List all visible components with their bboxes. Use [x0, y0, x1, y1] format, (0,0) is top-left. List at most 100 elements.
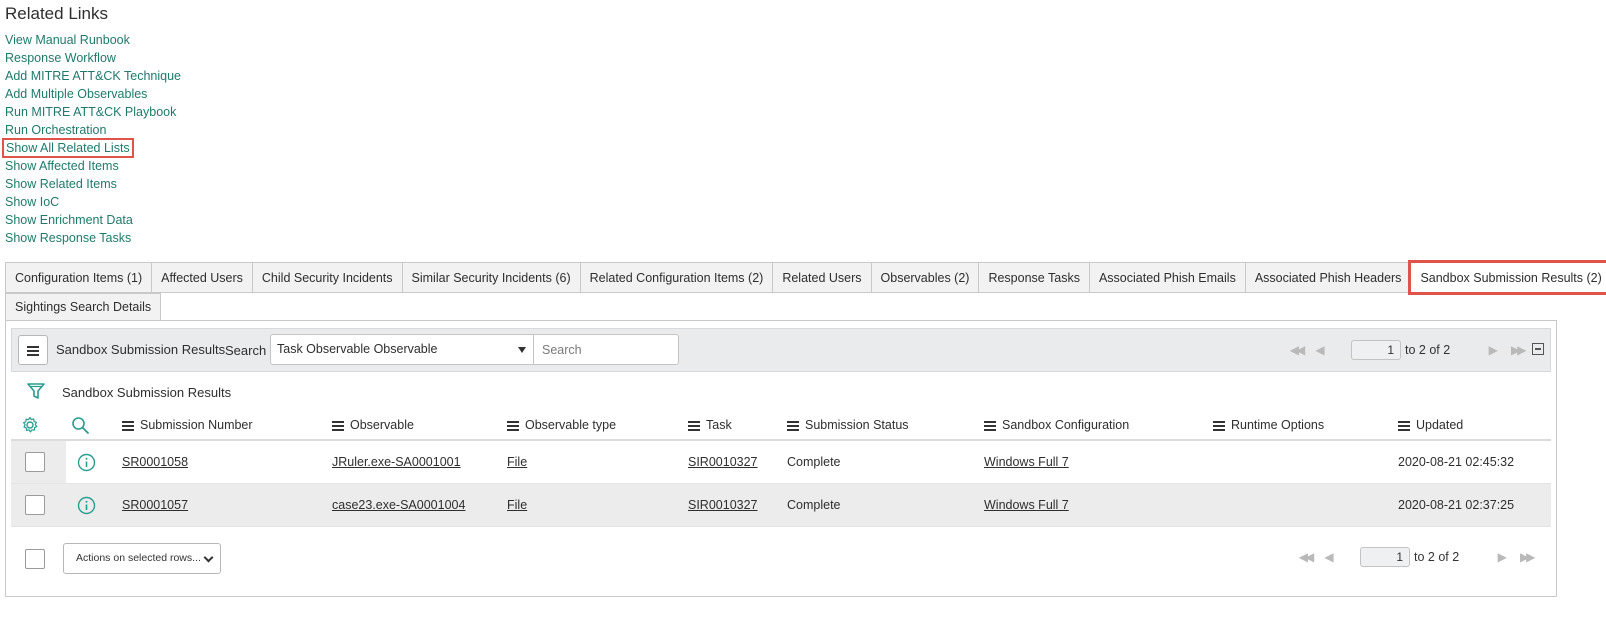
observable-link[interactable]: JRuler.exe-SA0001001 [332, 455, 461, 469]
previous-page-icon[interactable]: ◀ [1320, 550, 1338, 564]
collapse-list-icon[interactable] [1532, 343, 1544, 355]
tab-child-security-incidents[interactable]: Child Security Incidents [251, 262, 402, 293]
link-show-enrichment-data[interactable]: Show Enrichment Data [5, 213, 133, 227]
link-add-multiple-observables[interactable]: Add Multiple Observables [5, 87, 147, 101]
select-all-checkbox[interactable] [25, 549, 45, 569]
tab-sightings-search-details[interactable]: Sightings Search Details [5, 293, 162, 321]
personalize-list-button[interactable] [21, 411, 39, 439]
column-menu-icon[interactable] [1213, 420, 1225, 431]
related-links-list: View Manual Runbook Response Workflow Ad… [2, 31, 181, 247]
related-list-tabs-row2: Sightings Search Details [5, 293, 162, 321]
observable-link[interactable]: case23.exe-SA0001004 [332, 498, 465, 512]
gear-icon [23, 416, 38, 433]
column-header-observable[interactable]: Observable [332, 411, 414, 439]
column-header-submission-number[interactable]: Submission Number [122, 411, 253, 439]
column-header-submission-status[interactable]: Submission Status [787, 411, 909, 439]
page-number-input[interactable] [1351, 340, 1401, 360]
column-menu-icon[interactable] [787, 420, 799, 431]
column-header-updated[interactable]: Updated [1398, 411, 1463, 439]
record-preview-button[interactable] [77, 441, 96, 483]
row-checkbox[interactable] [25, 452, 45, 472]
list-toolbar: Sandbox Submission Results Search Task O… [11, 328, 1551, 372]
observable-type-link[interactable]: File [507, 455, 527, 469]
list-title: Sandbox Submission Results [56, 342, 226, 357]
hamburger-icon [27, 345, 39, 356]
filter-icon[interactable] [26, 381, 46, 401]
link-show-all-related-lists[interactable]: Show All Related Lists [2, 138, 134, 158]
submission-number-link[interactable]: SR0001057 [122, 498, 188, 512]
caret-down-icon [518, 347, 526, 353]
bottom-pager: ◀◀ ◀ to 2 of 2 ▶ ▶▶ [1294, 547, 1537, 567]
link-show-ioc[interactable]: Show IoC [5, 195, 59, 209]
chevron-down-icon [203, 552, 214, 563]
column-header-runtime-options[interactable]: Runtime Options [1213, 411, 1324, 439]
tab-affected-users[interactable]: Affected Users [151, 262, 252, 293]
column-menu-icon[interactable] [688, 420, 700, 431]
column-header-sandbox-configuration[interactable]: Sandbox Configuration [984, 411, 1129, 439]
table-row: SR0001057 case23.exe-SA0001004 File SIR0… [11, 484, 1551, 527]
link-show-related-items[interactable]: Show Related Items [5, 177, 117, 191]
link-add-mitre-technique[interactable]: Add MITRE ATT&CK Technique [5, 69, 181, 83]
next-page-icon[interactable]: ▶ [1484, 343, 1502, 357]
top-pager: ◀◀ ◀ to 2 of 2 ▶ ▶▶ [1285, 340, 1528, 360]
column-search-button[interactable] [71, 411, 90, 439]
tab-observables[interactable]: Observables (2) [870, 262, 979, 293]
column-header-task[interactable]: Task [688, 411, 732, 439]
info-icon [77, 453, 96, 471]
list-context-menu-button[interactable] [18, 335, 48, 365]
task-link[interactable]: SIR0010327 [688, 455, 758, 469]
related-links-title: Related Links [5, 4, 109, 23]
submission-number-link[interactable]: SR0001058 [122, 455, 188, 469]
filter-label: Sandbox Submission Results [62, 385, 232, 400]
info-icon [77, 496, 96, 514]
column-menu-icon[interactable] [1398, 420, 1410, 431]
task-link[interactable]: SIR0010327 [688, 498, 758, 512]
link-run-orchestration[interactable]: Run Orchestration [5, 123, 106, 137]
actions-on-selected-rows-select[interactable]: Actions on selected rows... [63, 543, 221, 574]
search-field-value: Task Observable Observable [277, 342, 438, 356]
column-menu-icon[interactable] [507, 420, 519, 431]
next-page-icon[interactable]: ▶ [1493, 550, 1511, 564]
submission-status: Complete [787, 498, 841, 512]
row-checkbox[interactable] [25, 495, 45, 515]
column-menu-icon[interactable] [122, 420, 134, 431]
sandbox-configuration-link[interactable]: Windows Full 7 [984, 498, 1069, 512]
first-page-icon[interactable]: ◀◀ [1285, 343, 1307, 357]
tab-related-configuration-items[interactable]: Related Configuration Items (2) [579, 262, 773, 293]
submission-status: Complete [787, 455, 841, 469]
observable-type-link[interactable]: File [507, 498, 527, 512]
tab-sandbox-submission-results[interactable]: Sandbox Submission Results (2) [1408, 260, 1606, 295]
page-total-label: to 2 of 2 [1405, 343, 1451, 357]
table-row: SR0001058 JRuler.exe-SA0001001 File SIR0… [11, 441, 1551, 484]
previous-page-icon[interactable]: ◀ [1311, 343, 1329, 357]
results-table: Submission Number Observable Observable … [11, 411, 1551, 527]
actions-select-label: Actions on selected rows... [76, 552, 201, 564]
link-show-response-tasks[interactable]: Show Response Tasks [5, 231, 131, 245]
last-page-icon[interactable]: ▶▶ [1515, 550, 1537, 564]
updated-timestamp: 2020-08-21 02:45:32 [1398, 455, 1515, 469]
table-header-row: Submission Number Observable Observable … [11, 411, 1551, 441]
column-menu-icon[interactable] [332, 420, 344, 431]
search-field-select[interactable]: Task Observable Observable [270, 334, 534, 365]
tab-associated-phish-headers[interactable]: Associated Phish Headers [1244, 262, 1411, 293]
link-response-workflow[interactable]: Response Workflow [5, 51, 116, 65]
search-input[interactable] [533, 334, 679, 365]
tab-similar-security-incidents[interactable]: Similar Security Incidents (6) [401, 262, 580, 293]
tab-associated-phish-emails[interactable]: Associated Phish Emails [1088, 262, 1245, 293]
list-footer: Actions on selected rows... ◀◀ ◀ to 2 of… [11, 541, 1551, 581]
page-number-input[interactable] [1360, 547, 1410, 567]
sandbox-configuration-link[interactable]: Windows Full 7 [984, 455, 1069, 469]
link-show-affected-items[interactable]: Show Affected Items [5, 159, 119, 173]
column-menu-icon[interactable] [984, 420, 996, 431]
search-label: Search [225, 343, 267, 358]
last-page-icon[interactable]: ▶▶ [1506, 343, 1528, 357]
link-run-mitre-playbook[interactable]: Run MITRE ATT&CK Playbook [5, 105, 176, 119]
record-preview-button[interactable] [77, 484, 96, 526]
tab-configuration-items[interactable]: Configuration Items (1) [5, 262, 152, 293]
first-page-icon[interactable]: ◀◀ [1294, 550, 1316, 564]
related-list-panel: Sandbox Submission Results Search Task O… [5, 320, 1557, 597]
tab-response-tasks[interactable]: Response Tasks [978, 262, 1089, 293]
column-header-observable-type[interactable]: Observable type [507, 411, 616, 439]
link-view-manual-runbook[interactable]: View Manual Runbook [5, 33, 130, 47]
tab-related-users[interactable]: Related Users [772, 262, 871, 293]
